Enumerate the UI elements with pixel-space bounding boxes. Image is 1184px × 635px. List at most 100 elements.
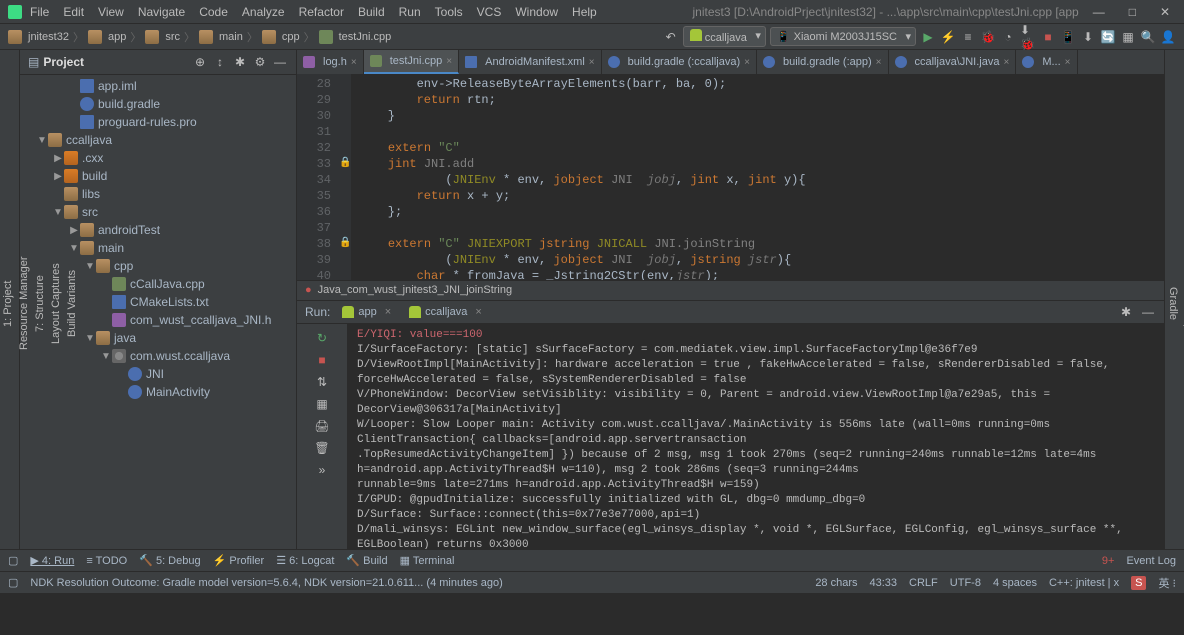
tool-structure[interactable]: 7: Structure — [32, 58, 48, 549]
status-encoding[interactable]: UTF-8 — [950, 577, 981, 589]
sync-icon[interactable]: 🔄 — [1100, 29, 1116, 45]
editor-tab[interactable]: AndroidManifest.xml× — [459, 50, 602, 74]
back-icon[interactable]: ↶ — [663, 29, 679, 45]
editor-tab[interactable]: log.h× — [297, 50, 364, 74]
editor-tab[interactable]: build.gradle (:app)× — [757, 50, 889, 74]
close-icon[interactable]: ✕ — [1154, 3, 1176, 21]
menu-vcs[interactable]: VCS — [471, 3, 508, 21]
menu-tools[interactable]: Tools — [429, 3, 469, 21]
user-icon[interactable]: 👤 — [1160, 29, 1176, 45]
status-icon[interactable]: ▢ — [8, 576, 18, 589]
status-line-sep[interactable]: CRLF — [909, 577, 938, 589]
minimize-icon[interactable]: — — [1087, 3, 1111, 21]
tool-build-variants[interactable]: Build Variants — [64, 58, 80, 549]
run-label: Run: — [305, 305, 330, 319]
window-icon[interactable]: ▢ — [8, 554, 18, 567]
gutter-markers: 🔒🔒🔒 — [339, 74, 351, 280]
bottom-run[interactable]: ▶ 4: Run — [30, 554, 74, 567]
stop-button[interactable]: ■ — [1040, 29, 1056, 45]
apply-changes-icon[interactable]: ⚡ — [940, 29, 956, 45]
tool-resource-manager[interactable]: Resource Manager — [16, 58, 32, 549]
bottom-todo[interactable]: ≡ TODO — [86, 555, 127, 567]
notification-badge[interactable]: 9+ — [1102, 555, 1115, 567]
hide-icon[interactable]: — — [272, 54, 288, 70]
status-bar: ▢ NDK Resolution Outcome: Gradle model v… — [0, 571, 1184, 593]
debug-button[interactable]: 🐞 — [980, 29, 996, 45]
left-tool-strip: 1: Project Resource Manager 7: Structure… — [0, 50, 20, 549]
editor-code[interactable]: env->ReleaseByteArrayElements(barr, ba, … — [351, 74, 1164, 280]
member-breadcrumb[interactable]: ●Java_com_wust_jnitest3_JNI_joinString — [297, 280, 1164, 300]
ime-badge[interactable]: S — [1131, 576, 1146, 590]
filter-icon[interactable]: ⇅ — [314, 374, 330, 390]
tool-layout-captures[interactable]: Layout Captures — [48, 58, 64, 549]
menu-code[interactable]: Code — [193, 3, 234, 21]
menu-view[interactable]: View — [92, 3, 130, 21]
status-message: NDK Resolution Outcome: Gradle model ver… — [30, 577, 502, 589]
layout-icon[interactable]: ▦ — [314, 396, 330, 412]
status-position[interactable]: 43:33 — [870, 577, 898, 589]
run-hide-icon[interactable]: — — [1140, 304, 1156, 320]
menu-edit[interactable]: Edit — [57, 3, 90, 21]
more-icon[interactable]: » — [314, 462, 330, 478]
editor-area: log.h×testJni.cpp×AndroidManifest.xml×bu… — [297, 50, 1164, 300]
run-tab-app[interactable]: app× — [336, 304, 397, 320]
bottom-profiler[interactable]: ⚡ Profiler — [213, 554, 265, 567]
avd-manager-icon[interactable]: 📱 — [1060, 29, 1076, 45]
menu-help[interactable]: Help — [566, 3, 603, 21]
editor-tab[interactable]: build.gradle (:ccalljava)× — [602, 50, 757, 74]
bottom-build[interactable]: 🔨 Build — [346, 554, 387, 567]
bottom-logcat[interactable]: ☰ 6: Logcat — [276, 554, 334, 567]
menu-navigate[interactable]: Navigate — [132, 3, 191, 21]
editor-tab[interactable]: M...× — [1016, 50, 1077, 74]
project-structure-icon[interactable]: ▦ — [1120, 29, 1136, 45]
window-title: jnitest3 [D:\AndroidPrject\jnitest32] - … — [687, 3, 1085, 21]
menu-run[interactable]: Run — [393, 3, 427, 21]
ime-lang[interactable]: 英 ⁝ — [1158, 575, 1176, 591]
status-chars: 28 chars — [815, 577, 857, 589]
target-icon[interactable]: ⊕ — [192, 54, 208, 70]
attach-debugger-icon[interactable]: ⬇🐞 — [1020, 29, 1036, 45]
editor-tabs: log.h×testJni.cpp×AndroidManifest.xml×bu… — [297, 50, 1164, 74]
sdk-manager-icon[interactable]: ⬇ — [1080, 29, 1096, 45]
run-tab-ccalljava[interactable]: ccalljava× — [403, 304, 488, 320]
editor-tab[interactable]: ccalljava\JNI.java× — [889, 50, 1017, 74]
tool-project[interactable]: 1: Project — [0, 58, 16, 549]
status-indent[interactable]: 4 spaces — [993, 577, 1037, 589]
breadcrumb[interactable]: jnitest32〉 app〉 src〉 main〉 cpp〉 testJni.… — [8, 29, 659, 45]
bottom-terminal[interactable]: ▦ Terminal — [400, 554, 455, 567]
tool-gradle[interactable]: Gradle — [1165, 58, 1181, 549]
navigation-toolbar: jnitest32〉 app〉 src〉 main〉 cpp〉 testJni.… — [0, 24, 1184, 50]
run-button[interactable]: ▶ — [920, 29, 936, 45]
gear-icon[interactable]: ⚙ — [252, 54, 268, 70]
menu-refactor[interactable]: Refactor — [293, 3, 350, 21]
run-log-output[interactable]: E/YIQI: value===100I/SurfaceFactory: [st… — [347, 324, 1164, 550]
editor-tab[interactable]: testJni.cpp× — [364, 50, 459, 74]
menu-build[interactable]: Build — [352, 3, 391, 21]
event-log[interactable]: Event Log — [1126, 555, 1176, 567]
bottom-tool-bar: ▢ ▶ 4: Run ≡ TODO 🔨 5: Debug ⚡ Profiler … — [0, 549, 1184, 571]
profile-icon[interactable]: ◔ — [1000, 29, 1016, 45]
delete-icon[interactable]: 🗑 — [314, 440, 330, 456]
run-config-dropdown[interactable]: ccalljava — [683, 26, 766, 47]
bottom-debug[interactable]: 🔨 5: Debug — [139, 554, 200, 567]
collapse-icon[interactable]: ✱ — [232, 54, 248, 70]
maximize-icon[interactable]: □ — [1123, 3, 1142, 21]
editor-gutter: 2829303132333435363738394041424344454647… — [297, 74, 339, 280]
menu-file[interactable]: File — [24, 3, 55, 21]
status-config[interactable]: C++: jnitest | x — [1049, 577, 1119, 589]
menu-analyze[interactable]: Analyze — [236, 3, 291, 21]
device-dropdown[interactable]: 📱 Xiaomi M2003J15SC — [770, 27, 916, 46]
search-icon[interactable]: 🔍 — [1140, 29, 1156, 45]
menu-window[interactable]: Window — [509, 3, 564, 21]
rerun-icon[interactable]: ↻ — [314, 330, 330, 346]
run-stop-icon[interactable]: ■ — [314, 352, 330, 368]
print-icon[interactable]: 🖨 — [314, 418, 330, 434]
run-panel: Run: app× ccalljava× ✱ — ↻ ■ ⇅ ▦ 🖨 🗑 » E… — [297, 300, 1164, 550]
run-settings-icon[interactable]: ✱ — [1118, 304, 1134, 320]
right-tool-strip: Gradle Device File Explorer — [1164, 50, 1184, 549]
run-side-toolbar: ↻ ■ ⇅ ▦ 🖨 🗑 » — [297, 324, 347, 550]
app-icon — [8, 5, 22, 19]
expand-icon[interactable]: ↕ — [212, 54, 228, 70]
menu-bar: File Edit View Navigate Code Analyze Ref… — [0, 0, 1184, 24]
apply-code-icon[interactable]: ≡ — [960, 29, 976, 45]
